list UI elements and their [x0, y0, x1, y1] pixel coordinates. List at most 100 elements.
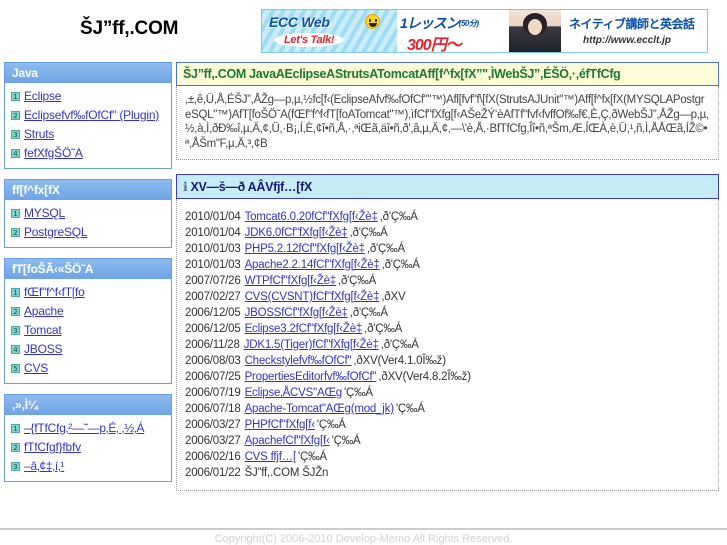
number-badge-icon: 2 [11, 443, 20, 452]
sidebar-item-mysql[interactable]: MYSQL [24, 206, 65, 220]
list-item[interactable]: 1 MYSQL [5, 204, 171, 223]
list-item[interactable]: 3 Struts [5, 125, 171, 144]
news-link[interactable]: ApachefCf"fXfg[f‹ [245, 435, 330, 447]
news-link[interactable]: CVS ffjf…[ [245, 451, 297, 463]
list-item[interactable]: 2010/01/03 Apache2.2.14fCf"fXfg[f‹Žè‡ ,ð'Ç… [185, 257, 710, 273]
number-badge-icon: 2 [11, 111, 20, 120]
number-badge-icon: 2 [11, 307, 20, 316]
list-item[interactable]: 4 JBOSS [5, 340, 171, 359]
banner-brand-text: ECC Web [269, 14, 330, 30]
list-item[interactable]: 5 CVS [5, 359, 171, 378]
news-link[interactable]: JBOSSfCf"fXfg[f‹Žè‡ [245, 307, 348, 319]
number-badge-icon: 4 [11, 149, 20, 158]
sidebar-item-contact[interactable]: –â‚¢‡‚í‚¹ [24, 459, 64, 473]
news-tail: 'Ç‰Á [316, 419, 346, 431]
list-item[interactable]: 3 –â‚¢‡‚í‚¹ [5, 457, 171, 476]
news-tail: ,ð'Ç‰Á [379, 211, 418, 223]
sidebar-box-title: fT[foŠÃ‹«ŠÖ˜A [5, 259, 171, 279]
list-item[interactable]: 2006/12/05 JBOSSfCf"fXfg[f‹Žè‡ ,ð'Ç‰Á [185, 305, 710, 321]
list-item[interactable]: 2 PostgreSQL [5, 223, 171, 242]
list-item[interactable]: 2006/11/28 JDK1.5(Tiger)fCf"fXfg[f‹Žè‡ ,ð'… [185, 337, 710, 353]
number-badge-icon: 1 [11, 209, 20, 218]
list-item: 2006/01/22 ŠJ”ff,.COM ŠJŽn [185, 465, 710, 481]
list-item[interactable]: 2006/12/05 Eclipse3.2fCf"fXfg[f‹Žè‡ ,ð'Ç‰Á [185, 321, 710, 337]
news-tail: ,ð'Ç‰Á [366, 243, 405, 255]
sidebar-item-app-server[interactable]: fŒf"f^f‹fT[fo [24, 285, 85, 299]
list-item[interactable]: 2007/02/27 CVS(CVSNT)fCf"fXfg[f‹Žè‡ ,ðXV [185, 289, 710, 305]
list-item[interactable]: 2010/01/04 JDK6.0fCf"fXfg[f‹Žè‡ ,ð'Ç‰Á [185, 225, 710, 241]
news-link[interactable]: PropertiesEditorfvf‰fOfCf" [245, 371, 377, 383]
copyright-text: Copyright(C) 2006-2010 Develop-Memo All … [214, 533, 513, 545]
news-link[interactable]: JDK1.5(Tiger)fCf"fXfg[f‹Žè‡ [244, 339, 379, 351]
sidebar-item-jboss[interactable]: JBOSS [24, 342, 63, 356]
news-tail: ,ðXV(Ver4.8.2Î‰ž) [378, 371, 471, 383]
list-item[interactable]: 2 fTfCfgf}fbfv [5, 438, 171, 457]
ecc-web-ad-banner[interactable]: ECC Web Let's Talk! 1レッスン(50分) 300円〜 ネイテ… [261, 9, 708, 53]
news-date: 2006/11/28 [185, 339, 240, 351]
news-link[interactable]: CVS(CVSNT)fCf"fXfg[f‹Žè‡ [245, 291, 380, 303]
sidebar-item-eclipse-plugin[interactable]: Eclipsefvf‰fOfCf" (Plugin) [24, 108, 159, 122]
banner-instructor-photo [509, 10, 561, 52]
news-date: 2010/01/03 [185, 259, 241, 271]
page-header: ŠJ”ff,.COM ECC Web Let's Talk! 1レッスン(50分… [0, 0, 727, 62]
news-date: 2006/07/18 [185, 403, 241, 415]
number-badge-icon: 3 [11, 130, 20, 139]
sidebar-item-cvs[interactable]: CVS [24, 361, 48, 375]
list-item[interactable]: 1 fŒf"f^f‹fT[fo [5, 283, 171, 302]
sidebar-item-tomcat[interactable]: Tomcat [24, 323, 62, 337]
sidebar-item-eclipse[interactable]: Eclipse [24, 89, 61, 103]
number-badge-icon: 5 [11, 364, 20, 373]
list-item[interactable]: 2007/07/26 WTPfCf"fXfg[f‹Žè‡ ,ð'Ç‰Á [185, 273, 710, 289]
list-item[interactable]: 2 Eclipsefvf‰fOfCf" (Plugin) [5, 106, 171, 125]
news-date: 2006/07/25 [185, 371, 241, 383]
list-item[interactable]: 2006/03/27 PHPfCf"fXfg[f‹ 'Ç‰Á [185, 417, 710, 433]
news-date: 2006/08/03 [185, 355, 241, 367]
news-link[interactable]: Checkstylefvf‰fOfCf" [245, 355, 352, 367]
sidebar-item-sitemap[interactable]: fTfCfgf}fbfv [24, 440, 81, 454]
news-link[interactable]: PHP5.2.12fCf"fXfg[f‹Žè‡ [245, 243, 365, 255]
number-badge-icon: 1 [11, 424, 20, 433]
number-badge-icon: 3 [11, 462, 20, 471]
list-item[interactable]: 3 Tomcat [5, 321, 171, 340]
news-link[interactable]: JDK6.0fCf"fXfg[f‹Žè‡ [245, 227, 348, 239]
news-link[interactable]: PHPfCf"fXfg[f‹ [245, 419, 316, 431]
list-item[interactable]: 2006/07/25 PropertiesEditorfvf‰fOfCf" ,ðXV… [185, 369, 710, 385]
sidebar-item-postgresql[interactable]: PostgreSQL [24, 225, 88, 239]
list-item[interactable]: 1 –{fTfCfg‚²—˜—p‚É‚ ‚½‚Á [5, 419, 171, 438]
news-tail: 'Ç‰Á [331, 435, 361, 447]
sidebar-item-apache[interactable]: Apache [24, 304, 64, 318]
list-item[interactable]: 2006/02/16 CVS ffjf…['Ç‰Á [185, 449, 710, 465]
news-tail: ,ð'Ç‰Á [337, 275, 377, 287]
list-item[interactable]: 2006/07/18 Apache-Tomcat"AŒg(mod_jk) 'Ç‰Á [185, 401, 710, 417]
news-tail: ,ð'Ç‰Á [349, 227, 388, 239]
news-link[interactable]: Apache2.2.14fCf"fXfg[f‹Žè‡ [245, 259, 380, 271]
news-date: 2007/02/27 [185, 291, 241, 303]
news-panel: 2010/01/04 Tomcat6.0.20fCf"fXfg[f‹Žè‡ ,ð'Ç… [176, 199, 719, 491]
list-item[interactable]: 2006/07/19 Eclipse‚ÅCVS"AŒg 'Ç‰Á [185, 385, 710, 401]
sidebar-item-terms-of-use[interactable]: –{fTfCfg‚²—˜—p‚É‚ ‚½‚Á [24, 421, 145, 435]
news-link[interactable]: Eclipse3.2fCf"fXfg[f‹Žè‡ [245, 323, 363, 335]
sidebar-item-struts[interactable]: Struts [24, 127, 54, 141]
news-tail: ,ðXV(Ver4.1.0Î‰ž) [353, 355, 446, 367]
news-link[interactable]: Apache-Tomcat"AŒg(mod_jk) [245, 403, 394, 415]
sidebar-list: 1 MYSQL 2 PostgreSQL [5, 200, 171, 247]
list-item[interactable]: 2006/08/03 Checkstylefvf‰fOfCf" ,ðXV(Ver4.… [185, 353, 710, 369]
intro-paragraph: ,±,ê,Ü,Å,ÉŠJ”,ÅŽg—p,µ,½fc[f‹(EclipseAfvf… [185, 94, 709, 150]
news-link[interactable]: Tomcat6.0.20fCf"fXfg[f‹Žè‡ [245, 211, 378, 223]
main-content: ŠJ”ff,.COM JavaAEclipseAStrutsATomcatAff… [172, 62, 727, 491]
news-link[interactable]: Eclipse‚ÅCVS"AŒg [245, 387, 343, 399]
banner-price-panel: 1レッスン(50分) 300円〜 [397, 10, 509, 52]
news-tail: 'Ç‰Á [395, 403, 425, 415]
list-item[interactable]: 2010/01/04 Tomcat6.0.20fCf"fXfg[f‹Žè‡ ,ð'Ç… [185, 209, 710, 225]
list-item[interactable]: 1 Eclipse [5, 87, 171, 106]
list-item[interactable]: 2010/01/03 PHP5.2.12fCf"fXfg[f‹Žè‡ ,ð'Ç‰Á [185, 241, 710, 257]
news-link[interactable]: WTPfCf"fXfg[f‹Žè‡ [245, 275, 337, 287]
page-layout: Java 1 Eclipse 2 Eclipsefvf‰fOfCf" (Plugin… [0, 62, 727, 492]
sidebar-item-test-related[interactable]: fefXfgŠÖ˜A [24, 146, 83, 160]
list-item[interactable]: 2006/03/27 ApachefCf"fXfg[f‹ 'Ç‰Á [185, 433, 710, 449]
list-item[interactable]: 2 Apache [5, 302, 171, 321]
sidebar-box-other: ,»,Ì¼ 1 –{fTfCfg‚²—˜—p‚É‚ ‚½‚Á 2 fTfCfgf}f… [4, 394, 172, 482]
page-title: ŠJ”ff,.COM JavaAEclipseAStrutsATomcatAff… [176, 62, 719, 86]
list-item[interactable]: 4 fefXfgŠÖ˜A [5, 144, 171, 163]
number-badge-icon: 4 [11, 345, 20, 354]
